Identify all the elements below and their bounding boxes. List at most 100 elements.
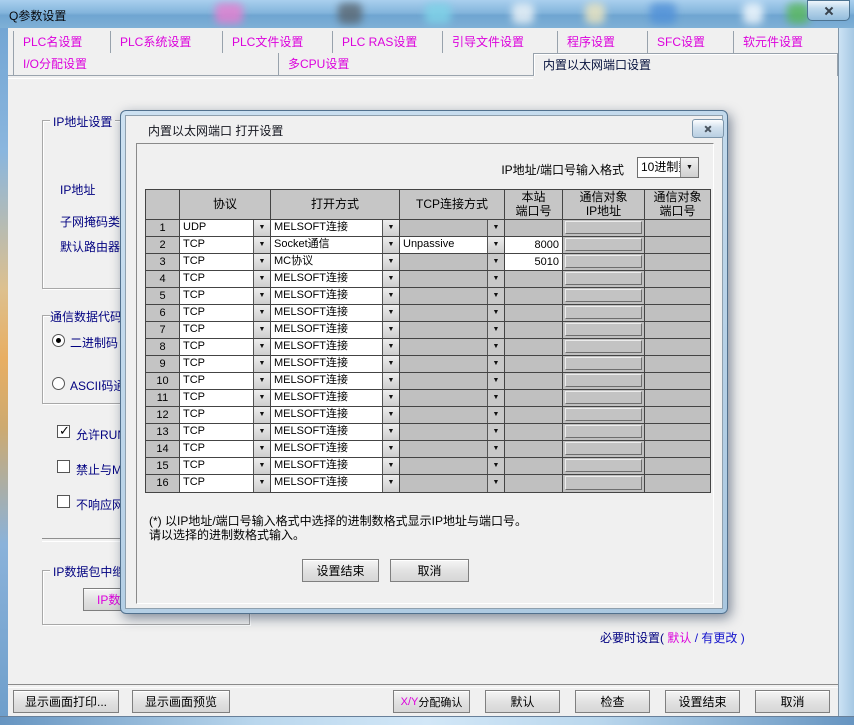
open-method-select[interactable]: MELSOFT连接▼ bbox=[271, 390, 399, 406]
dialog-setting-end-button[interactable]: 设置结束 bbox=[302, 559, 379, 582]
tab-多CPU设置[interactable]: 多CPU设置 bbox=[278, 53, 533, 75]
table-row: 2TCP▼Socket通信▼Unpassive▼8000 bbox=[146, 237, 710, 254]
column-header: 通信对象端口号 bbox=[645, 190, 710, 220]
target-ip-cell bbox=[563, 424, 645, 441]
binary-code-radio[interactable] bbox=[52, 334, 65, 347]
tcp-connection-select-value: Unpassive bbox=[400, 237, 487, 253]
protocol-select-value: TCP bbox=[180, 390, 253, 406]
protocol-select[interactable]: TCP▼ bbox=[180, 373, 270, 389]
ascii-code-radio[interactable] bbox=[52, 377, 65, 390]
local-port-field[interactable]: 8000 bbox=[505, 237, 563, 254]
default-button[interactable]: 默认 bbox=[485, 690, 560, 713]
no-network-response-checkbox[interactable] bbox=[57, 495, 70, 508]
default-link[interactable]: 默认 bbox=[667, 631, 691, 645]
column-header: 本站端口号 bbox=[505, 190, 563, 220]
window-close-button[interactable] bbox=[807, 0, 850, 21]
row-number: 11 bbox=[146, 390, 180, 407]
open-method-select[interactable]: MELSOFT连接▼ bbox=[271, 475, 399, 492]
input-format-select[interactable]: 10进制数 ▼ bbox=[637, 157, 699, 178]
open-method-select[interactable]: MELSOFT连接▼ bbox=[271, 458, 399, 474]
tab-软元件设置[interactable]: 软元件设置 bbox=[733, 31, 838, 53]
protocol-select[interactable]: TCP▼ bbox=[180, 271, 270, 287]
cancel-button[interactable]: 取消 bbox=[755, 690, 830, 713]
chevron-down-icon: ▼ bbox=[487, 424, 504, 440]
open-method-select[interactable]: MC协议▼ bbox=[271, 254, 399, 270]
changed-link[interactable]: 有更改 bbox=[701, 631, 737, 645]
open-method-select[interactable]: MELSOFT连接▼ bbox=[271, 288, 399, 304]
protocol-select[interactable]: TCP▼ bbox=[180, 237, 270, 253]
open-method-select[interactable]: MELSOFT连接▼ bbox=[271, 271, 399, 287]
tab-程序设置[interactable]: 程序设置 bbox=[557, 31, 647, 53]
tcp-connection-select-value bbox=[400, 271, 487, 287]
chevron-down-icon: ▼ bbox=[382, 305, 399, 321]
chevron-down-icon: ▼ bbox=[487, 271, 504, 287]
protocol-select[interactable]: TCP▼ bbox=[180, 356, 270, 372]
chevron-down-icon: ▼ bbox=[253, 339, 270, 355]
disable-melsoft-checkbox[interactable] bbox=[57, 460, 70, 473]
open-method-select[interactable]: MELSOFT连接▼ bbox=[271, 339, 399, 355]
open-method-select-value: MELSOFT连接 bbox=[271, 271, 382, 287]
protocol-select[interactable]: TCP▼ bbox=[180, 424, 270, 440]
tab-I/O分配设置[interactable]: I/O分配设置 bbox=[13, 53, 278, 75]
chevron-down-icon: ▼ bbox=[253, 288, 270, 304]
chevron-down-icon: ▼ bbox=[253, 373, 270, 389]
tcp-connection-select[interactable]: Unpassive▼ bbox=[400, 237, 504, 253]
setting-end-button[interactable]: 设置结束 bbox=[665, 690, 740, 713]
target-ip-button bbox=[565, 374, 642, 387]
open-method-select[interactable]: MELSOFT连接▼ bbox=[271, 322, 399, 338]
table-header-row: 协议打开方式TCP连接方式本站端口号通信对象IP地址通信对象端口号 bbox=[146, 190, 710, 220]
tab-PLC名设置[interactable]: PLC名设置 bbox=[13, 31, 110, 53]
open-method-select[interactable]: MELSOFT连接▼ bbox=[271, 373, 399, 389]
protocol-select[interactable]: TCP▼ bbox=[180, 390, 270, 406]
protocol-select[interactable]: TCP▼ bbox=[180, 288, 270, 304]
open-method-select[interactable]: MELSOFT连接▼ bbox=[271, 356, 399, 372]
tab-SFC设置[interactable]: SFC设置 bbox=[647, 31, 733, 53]
open-method-select[interactable]: MELSOFT连接▼ bbox=[271, 407, 399, 423]
protocol-select[interactable]: TCP▼ bbox=[180, 441, 270, 457]
dialog-cancel-button[interactable]: 取消 bbox=[390, 559, 469, 582]
protocol-select[interactable]: TCP▼ bbox=[180, 339, 270, 355]
local-port-field bbox=[505, 305, 563, 322]
chevron-down-icon: ▼ bbox=[382, 254, 399, 270]
tab-内置以太网端口设置[interactable]: 内置以太网端口设置 bbox=[533, 53, 838, 76]
dialog-close-button[interactable] bbox=[692, 119, 724, 138]
xy-assignment-check-button[interactable]: X/Y分配确认 bbox=[393, 690, 470, 713]
target-ip-cell bbox=[563, 441, 645, 458]
chevron-down-icon: ▼ bbox=[253, 424, 270, 440]
table-row: 5TCP▼MELSOFT连接▼▼ bbox=[146, 288, 710, 305]
xy-button-rest: 分配确认 bbox=[418, 694, 462, 710]
protocol-select-value: TCP bbox=[180, 254, 253, 270]
preview-screen-button[interactable]: 显示画面预览 bbox=[132, 690, 230, 713]
protocol-select[interactable]: TCP▼ bbox=[180, 407, 270, 423]
open-method-select[interactable]: MELSOFT连接▼ bbox=[271, 305, 399, 321]
chevron-down-icon: ▼ bbox=[487, 254, 504, 270]
local-port-field[interactable]: 5010 bbox=[505, 254, 563, 271]
chevron-down-icon: ▼ bbox=[487, 339, 504, 355]
protocol-select[interactable]: TCP▼ bbox=[180, 475, 270, 492]
tab-PLC系统设置[interactable]: PLC系统设置 bbox=[110, 31, 222, 53]
allow-run-write-checkbox[interactable] bbox=[57, 425, 70, 438]
local-port-field bbox=[505, 475, 563, 492]
tab-PLC RAS设置[interactable]: PLC RAS设置 bbox=[332, 31, 442, 53]
protocol-select[interactable]: TCP▼ bbox=[180, 322, 270, 338]
open-method-select[interactable]: Socket通信▼ bbox=[271, 237, 399, 253]
print-screen-button[interactable]: 显示画面打印... bbox=[13, 690, 119, 713]
protocol-select[interactable]: TCP▼ bbox=[180, 254, 270, 270]
protocol-select[interactable]: TCP▼ bbox=[180, 305, 270, 321]
table-row: 1UDP▼MELSOFT连接▼▼ bbox=[146, 220, 710, 237]
tab-PLC文件设置[interactable]: PLC文件设置 bbox=[222, 31, 332, 53]
protocol-select[interactable]: TCP▼ bbox=[180, 458, 270, 474]
target-port-cell bbox=[645, 475, 710, 492]
table-row: 13TCP▼MELSOFT连接▼▼ bbox=[146, 424, 710, 441]
open-method-select[interactable]: MELSOFT连接▼ bbox=[271, 424, 399, 440]
open-method-select[interactable]: MELSOFT连接▼ bbox=[271, 220, 399, 236]
table-row: 8TCP▼MELSOFT连接▼▼ bbox=[146, 339, 710, 356]
open-method-select-value: MELSOFT连接 bbox=[271, 407, 382, 423]
protocol-select-value: TCP bbox=[180, 237, 253, 253]
open-method-select[interactable]: MELSOFT连接▼ bbox=[271, 441, 399, 457]
row-number: 3 bbox=[146, 254, 180, 271]
protocol-select[interactable]: UDP▼ bbox=[180, 220, 270, 236]
tab-引导文件设置[interactable]: 引导文件设置 bbox=[442, 31, 557, 53]
open-method-select-value: Socket通信 bbox=[271, 237, 382, 253]
check-button[interactable]: 检查 bbox=[575, 690, 650, 713]
